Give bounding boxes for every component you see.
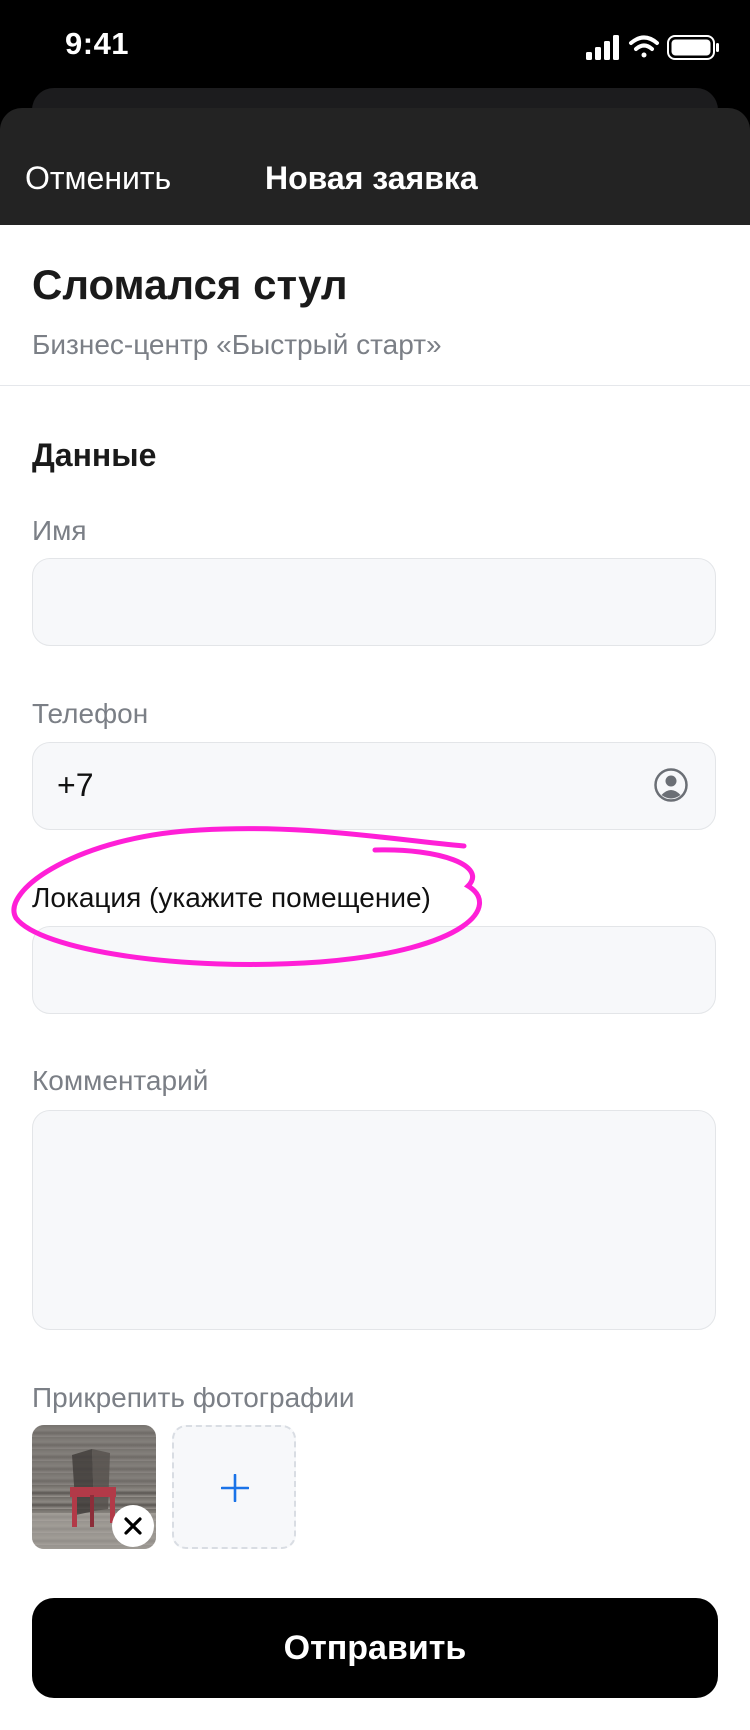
battery-icon xyxy=(667,35,719,60)
location-field[interactable] xyxy=(32,926,716,1014)
cancel-button[interactable]: Отменить xyxy=(25,160,171,197)
comment-textarea[interactable] xyxy=(32,1110,716,1330)
nav-title: Новая заявка xyxy=(265,160,478,196)
plus-icon xyxy=(221,1474,249,1502)
comment-label: Комментарий xyxy=(32,1065,209,1096)
request-location-subtitle: Бизнес-центр «Быстрый старт» xyxy=(32,329,442,360)
remove-photo-button[interactable] xyxy=(112,1505,154,1547)
cellular-signal-icon xyxy=(586,35,619,60)
wifi-icon xyxy=(629,35,659,58)
photos-label: Прикрепить фотографии xyxy=(32,1382,355,1413)
phone-field[interactable]: +7 xyxy=(32,742,716,830)
location-label: Локация (укажите помещение) xyxy=(32,882,431,913)
status-time: 9:41 xyxy=(65,26,130,61)
phone-field-value: +7 xyxy=(57,767,94,803)
nav-bar: Отменить Новая заявка xyxy=(0,108,750,225)
request-title: Сломался стул xyxy=(32,261,348,308)
submit-button[interactable]: Отправить xyxy=(32,1598,718,1698)
add-photo-button[interactable] xyxy=(172,1425,296,1549)
chair-photo-thumbnail[interactable] xyxy=(32,1425,156,1549)
request-header: Сломался стул Бизнес-центр «Быстрый стар… xyxy=(0,225,750,386)
name-field[interactable] xyxy=(32,558,716,646)
close-icon xyxy=(124,1517,142,1535)
contact-person-icon[interactable] xyxy=(653,767,689,803)
status-icons xyxy=(586,34,721,60)
section-title-data: Данные xyxy=(32,437,157,473)
name-label: Имя xyxy=(32,515,87,546)
phone-label: Телефон xyxy=(32,698,149,729)
